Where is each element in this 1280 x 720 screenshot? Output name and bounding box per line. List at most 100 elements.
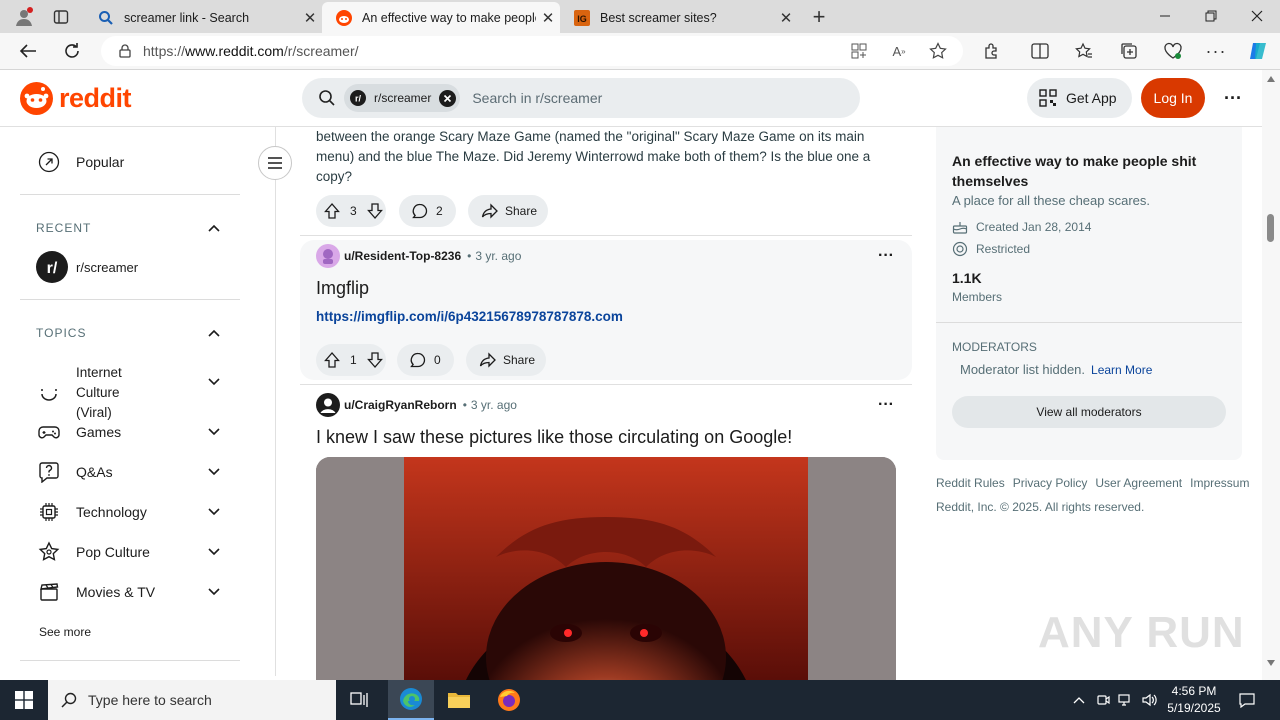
settings-more-icon[interactable]: ···	[1203, 39, 1229, 63]
close-tab-icon[interactable]: ✕	[298, 9, 322, 27]
chevron-up-icon[interactable]	[207, 221, 221, 235]
back-icon[interactable]	[14, 39, 42, 63]
restore-icon[interactable]	[1196, 4, 1226, 28]
collections-icon[interactable]	[1116, 39, 1142, 63]
tab-actions-icon[interactable]	[48, 4, 74, 30]
file-explorer-icon[interactable]	[438, 680, 480, 720]
downvote-icon[interactable]	[366, 203, 383, 219]
start-button[interactable]	[0, 680, 48, 720]
remove-chip-icon[interactable]	[439, 89, 457, 107]
tab-bing-search[interactable]: screamer link - Search ✕	[84, 2, 322, 33]
page-scrollbar[interactable]	[1262, 70, 1280, 680]
learn-more-link[interactable]: Learn More	[1091, 363, 1152, 377]
chevron-down-icon[interactable]	[207, 545, 221, 559]
close-tab-icon[interactable]: ✕	[536, 9, 560, 27]
minimize-icon[interactable]	[1150, 4, 1180, 28]
task-view-icon[interactable]	[340, 680, 380, 720]
network-icon[interactable]	[1117, 680, 1135, 720]
recent-header[interactable]: RECENT	[36, 221, 91, 235]
sidebar-item-popular[interactable]: Popular	[38, 151, 124, 173]
log-in-button[interactable]: Log In	[1141, 78, 1205, 118]
topic-games[interactable]: Games	[38, 421, 121, 443]
chevron-down-icon[interactable]	[207, 465, 221, 479]
post-link[interactable]: https://imgflip.com/i/6p4321567897878787…	[316, 309, 623, 324]
new-tab-icon[interactable]: +	[806, 4, 832, 30]
address-bar[interactable]: https://www.reddit.com/r/screamer/ A»	[101, 36, 963, 66]
meet-now-icon[interactable]	[1094, 680, 1112, 720]
topic-qas[interactable]: Q&As	[38, 461, 113, 483]
see-more-link[interactable]: See more	[39, 625, 91, 639]
tab-reddit[interactable]: An effective way to make people ✕	[322, 2, 560, 33]
post-overflow-icon[interactable]: ···	[874, 246, 898, 266]
search-scope-chip[interactable]: r/ r/screamer	[344, 84, 461, 112]
get-app-button[interactable]: Get App	[1027, 78, 1132, 118]
notifications-icon[interactable]	[1236, 680, 1258, 720]
user-avatar-icon[interactable]	[316, 393, 340, 417]
search-icon	[61, 692, 77, 708]
footer-link-impressum[interactable]: Impressum	[1190, 476, 1249, 490]
restricted-label: Restricted	[976, 242, 1031, 256]
split-screen-icon[interactable]	[1027, 39, 1053, 63]
topic-internet-culture[interactable]: Internet Culture (Viral)	[38, 363, 148, 423]
chevron-down-icon[interactable]	[207, 585, 221, 599]
profile-icon[interactable]	[10, 4, 38, 30]
read-aloud-icon[interactable]: A»	[889, 42, 909, 60]
comments-button[interactable]: 2	[399, 195, 456, 227]
sidebar-item-recent-screamer[interactable]: r/ r/screamer	[36, 251, 138, 283]
tray-chevron-up-icon[interactable]	[1070, 680, 1088, 720]
topic-pop-culture[interactable]: Pop Culture	[38, 541, 150, 563]
scroll-down-icon[interactable]	[1267, 660, 1275, 666]
upvote-icon[interactable]	[324, 203, 340, 219]
view-all-moderators-button[interactable]: View all moderators	[952, 396, 1226, 428]
more-options-icon[interactable]: ···	[1220, 86, 1246, 110]
scroll-up-icon[interactable]	[1267, 76, 1275, 82]
refresh-icon[interactable]	[58, 39, 86, 63]
taskbar-search-box[interactable]: Type here to search	[48, 680, 336, 720]
collapse-sidebar-button[interactable]	[258, 146, 292, 180]
post-image[interactable]	[316, 457, 896, 680]
favorite-star-icon[interactable]	[927, 41, 949, 61]
windows-logo-icon	[15, 691, 33, 709]
close-window-icon[interactable]	[1242, 4, 1272, 28]
edge-taskbar-icon[interactable]	[388, 680, 434, 720]
search-input[interactable]: Search in r/screamer	[472, 90, 602, 106]
footer-link-privacy[interactable]: Privacy Policy	[1013, 476, 1088, 490]
upvote-icon[interactable]	[324, 352, 340, 368]
post-title[interactable]: Imgflip	[316, 278, 369, 299]
created-row: Created Jan 28, 2014	[952, 219, 1091, 235]
post-author[interactable]: u/CraigRyanReborn	[344, 398, 457, 412]
chevron-down-icon[interactable]	[207, 425, 221, 439]
post-author[interactable]: u/Resident-Top-8236	[344, 249, 461, 263]
post-title[interactable]: I knew I saw these pictures like those c…	[316, 427, 792, 448]
volume-icon[interactable]	[1140, 680, 1160, 720]
footer-link-rules[interactable]: Reddit Rules	[936, 476, 1005, 490]
app-available-icon[interactable]	[849, 42, 869, 60]
chevron-down-icon[interactable]	[207, 375, 221, 389]
user-avatar-icon[interactable]	[316, 244, 340, 268]
post-overflow-icon[interactable]: ···	[874, 395, 898, 415]
scrollbar-thumb[interactable]	[1267, 214, 1274, 242]
close-tab-icon[interactable]: ✕	[774, 9, 798, 27]
question-icon	[38, 461, 60, 483]
tab-best-screamer[interactable]: IG Best screamer sites? ✕	[560, 2, 798, 33]
topics-header[interactable]: TOPICS	[36, 326, 86, 340]
comments-button[interactable]: 0	[397, 344, 454, 376]
taskbar-clock[interactable]: 4:56 PM 5/19/2025	[1164, 683, 1224, 717]
downvote-icon[interactable]	[366, 352, 383, 368]
taskbar-search-input[interactable]: Type here to search	[88, 692, 212, 708]
reddit-logo[interactable]: reddit	[20, 82, 132, 115]
browser-essentials-icon[interactable]	[1160, 39, 1186, 63]
topic-technology[interactable]: Technology	[38, 501, 147, 523]
copilot-icon[interactable]	[1245, 39, 1271, 63]
extensions-icon[interactable]	[979, 39, 1005, 63]
subreddit-search[interactable]: r/ r/screamer Search in r/screamer	[302, 78, 860, 118]
share-button[interactable]: Share	[466, 344, 546, 376]
sidebar-item-label: Popular	[76, 154, 125, 170]
topic-movies-tv[interactable]: Movies & TV	[38, 581, 155, 603]
footer-link-user-agreement[interactable]: User Agreement	[1095, 476, 1182, 490]
share-button[interactable]: Share	[468, 195, 548, 227]
favorites-icon[interactable]	[1071, 39, 1097, 63]
chevron-up-icon[interactable]	[207, 326, 221, 340]
firefox-icon[interactable]	[488, 680, 530, 720]
chevron-down-icon[interactable]	[207, 505, 221, 519]
